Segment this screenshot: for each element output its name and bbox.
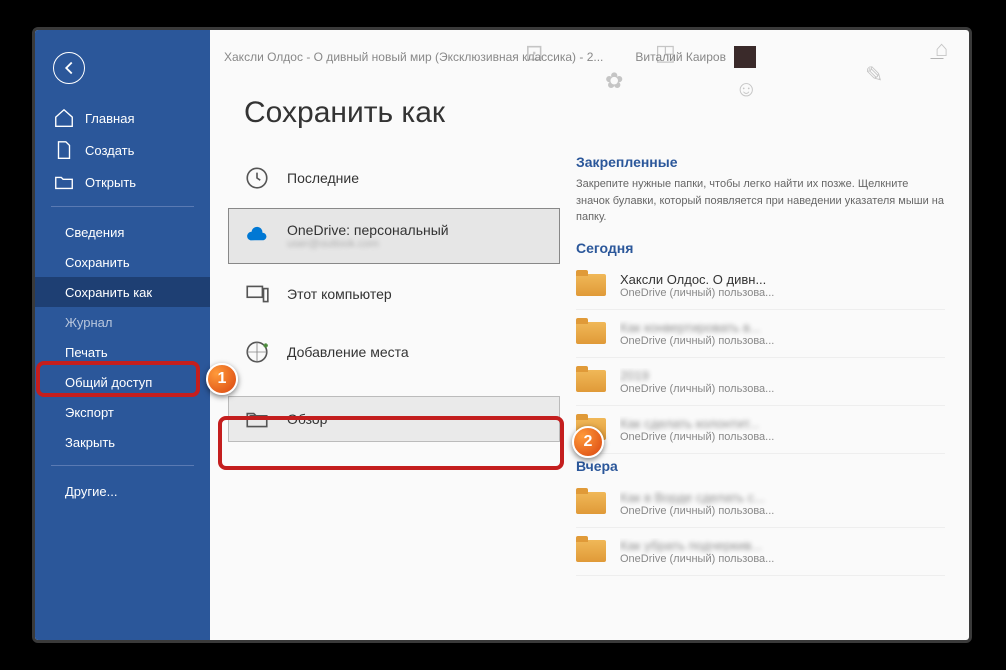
sidebar-label: Открыть — [85, 175, 136, 190]
folder-name: Хаксли Олдос. О дивн... — [620, 272, 774, 287]
folder-path: OneDrive (личный) пользова... — [620, 335, 774, 347]
location-label: Добавление места — [287, 344, 409, 360]
folder-icon — [243, 405, 271, 433]
location-label: Обзор — [287, 411, 327, 427]
folder-row[interactable]: Как убрать подчеркив...OneDrive (личный)… — [576, 528, 945, 576]
folder-name: Как конвертировать в... — [620, 320, 774, 335]
folder-name: Как убрать подчеркив... — [620, 538, 774, 553]
pinned-heading: Закрепленные — [576, 154, 945, 170]
folder-icon — [576, 322, 606, 344]
clock-icon — [243, 164, 271, 192]
folder-path: OneDrive (личный) пользова... — [620, 505, 774, 517]
sidebar-new[interactable]: Создать — [35, 134, 210, 166]
folder-row[interactable]: 2019OneDrive (личный) пользова... — [576, 358, 945, 406]
folder-path: OneDrive (личный) пользова... — [620, 383, 774, 395]
location-this-pc[interactable]: Этот компьютер — [228, 266, 560, 322]
backstage-sidebar: Главная Создать Открыть Сведения Сохрани… — [35, 30, 210, 640]
folder-name: Как сделать колонтит... — [620, 416, 774, 431]
sidebar-label: Общий доступ — [65, 375, 152, 390]
folder-row[interactable]: Как конвертировать в...OneDrive (личный)… — [576, 310, 945, 358]
sidebar-label: Журнал — [65, 315, 112, 330]
yesterday-heading: Вчера — [576, 458, 945, 474]
main-panel: Сохранить как Последние OneDrive: персон… — [210, 30, 969, 640]
minimize-button[interactable]: — — [919, 45, 955, 69]
sidebar-print[interactable]: Печать — [35, 337, 210, 367]
titlebar: Хаксли Олдос - О дивный новый мир (Экскл… — [210, 30, 969, 84]
folder-path: OneDrive (личный) пользова... — [620, 287, 774, 299]
sidebar-share[interactable]: Общий доступ — [35, 367, 210, 397]
folder-icon — [576, 492, 606, 514]
location-browse[interactable]: Обзор — [228, 396, 560, 442]
sidebar-label: Закрыть — [65, 435, 115, 450]
sidebar-label: Сохранить как — [65, 285, 152, 300]
location-recent[interactable]: Последние — [228, 150, 560, 206]
sidebar-close[interactable]: Закрыть — [35, 427, 210, 457]
sidebar-label: Экспорт — [65, 405, 114, 420]
folder-path: OneDrive (личный) пользова... — [620, 431, 774, 443]
recent-column: Закрепленные Закрепите нужные папки, что… — [560, 150, 969, 640]
page-heading: Сохранить как — [210, 84, 969, 150]
annotation-badge-1: 1 — [206, 363, 238, 395]
location-label: OneDrive: персональный — [287, 222, 449, 238]
pc-icon — [243, 280, 271, 308]
today-heading: Сегодня — [576, 240, 945, 256]
sidebar-export[interactable]: Экспорт — [35, 397, 210, 427]
annotation-badge-2: 2 — [572, 426, 604, 458]
sidebar-save[interactable]: Сохранить — [35, 247, 210, 277]
folder-icon — [576, 274, 606, 296]
sidebar-home[interactable]: Главная — [35, 102, 210, 134]
add-place-icon — [243, 338, 271, 366]
location-onedrive[interactable]: OneDrive: персональный user@outlook.com — [228, 208, 560, 264]
back-button[interactable] — [53, 52, 85, 84]
locations-column: Последние OneDrive: персональный user@ou… — [210, 150, 560, 640]
folder-open-icon — [53, 171, 75, 193]
sidebar-separator — [51, 465, 194, 466]
onedrive-icon — [243, 222, 271, 250]
location-label: Последние — [287, 170, 359, 186]
sidebar-separator — [51, 206, 194, 207]
folder-name: Как в Ворде сделать с... — [620, 490, 774, 505]
folder-row[interactable]: Хаксли Олдос. О дивн...OneDrive (личный)… — [576, 262, 945, 310]
sidebar-other[interactable]: Другие... — [35, 476, 210, 506]
document-icon — [53, 139, 75, 161]
sidebar-label: Создать — [85, 143, 134, 158]
arrow-left-icon — [58, 57, 80, 79]
location-label: Этот компьютер — [287, 286, 392, 302]
location-add-place[interactable]: Добавление места — [228, 324, 560, 380]
user-avatar[interactable] — [734, 46, 756, 68]
document-title: Хаксли Олдос - О дивный новый мир (Экскл… — [224, 50, 603, 64]
sidebar-label: Сведения — [65, 225, 124, 240]
sidebar-label: Главная — [85, 111, 134, 126]
sidebar-history[interactable]: Журнал — [35, 307, 210, 337]
sidebar-info[interactable]: Сведения — [35, 217, 210, 247]
sidebar-label: Другие... — [65, 484, 117, 499]
home-icon — [53, 107, 75, 129]
sidebar-save-as[interactable]: Сохранить как — [35, 277, 210, 307]
folder-row[interactable]: Как в Ворде сделать с...OneDrive (личный… — [576, 480, 945, 528]
folder-icon — [576, 370, 606, 392]
folder-path: OneDrive (личный) пользова... — [620, 553, 774, 565]
sidebar-label: Сохранить — [65, 255, 130, 270]
sidebar-label: Печать — [65, 345, 108, 360]
location-sublabel: user@outlook.com — [287, 238, 449, 250]
user-name[interactable]: Виталий Каиров — [635, 50, 726, 64]
pinned-hint: Закрепите нужные папки, чтобы легко найт… — [576, 176, 945, 226]
folder-icon — [576, 540, 606, 562]
sidebar-open[interactable]: Открыть — [35, 166, 210, 198]
folder-name: 2019 — [620, 368, 774, 383]
folder-row[interactable]: Как сделать колонтит...OneDrive (личный)… — [576, 406, 945, 454]
